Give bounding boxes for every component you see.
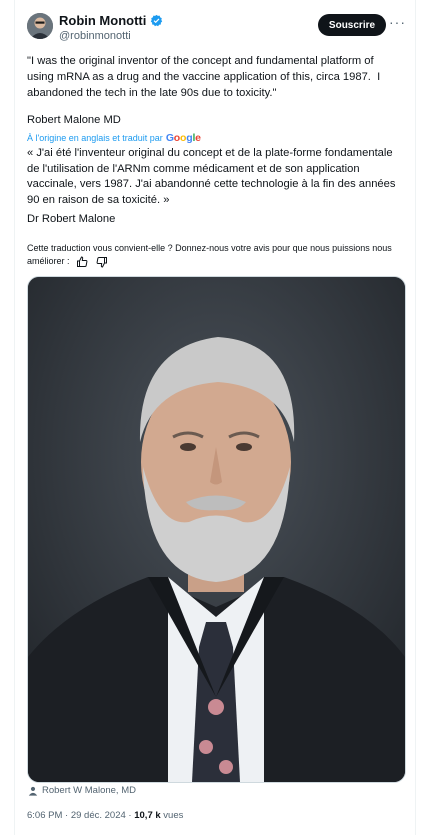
views-count: 10,7 k <box>134 810 161 821</box>
photo-caption: Robert W Malone, MD <box>28 785 136 796</box>
translation-feedback: Cette traduction vous convient-elle ? Do… <box>27 242 407 268</box>
portrait-photo <box>28 277 405 782</box>
thumbs-down-icon[interactable] <box>96 256 108 268</box>
google-letter: e <box>195 132 201 144</box>
meta-separator: · <box>62 810 71 821</box>
google-logo: Google <box>166 132 201 144</box>
avatar[interactable] <box>27 13 53 39</box>
avatar-image <box>27 13 53 39</box>
verified-badge-icon <box>151 14 163 27</box>
author-name-row[interactable]: Robin Monotti <box>59 13 163 28</box>
author-display-name[interactable]: Robin Monotti <box>59 13 146 28</box>
subscribe-button[interactable]: Souscrire <box>318 14 386 36</box>
google-letter: G <box>165 132 174 144</box>
photo-caption-text: Robert W Malone, MD <box>42 785 136 796</box>
person-icon <box>28 786 38 796</box>
tweet-photo[interactable] <box>27 276 406 783</box>
translated-text: « J'ai été l'inventeur original du conce… <box>27 147 399 206</box>
translation-attribution-text: À l'origine en anglais et traduit par <box>27 133 163 143</box>
tweet-meta: 6:06 PM · 29 déc. 2024 · 10,7 k vues <box>27 810 183 821</box>
author-handle[interactable]: @robinmonotti <box>59 30 131 42</box>
tweet-signature: Robert Malone MD <box>27 114 121 126</box>
tweet-date[interactable]: 29 déc. 2024 <box>71 810 126 821</box>
translated-signature: Dr Robert Malone <box>27 213 116 225</box>
feedback-buttons <box>76 256 108 268</box>
translation-attribution[interactable]: À l'origine en anglais et traduit par Go… <box>27 132 201 144</box>
more-options-icon[interactable]: ··· <box>389 14 405 34</box>
thumbs-up-icon[interactable] <box>76 256 88 268</box>
tweet-time[interactable]: 6:06 PM <box>27 810 62 821</box>
views-label: vues <box>160 810 184 821</box>
meta-separator: · <box>125 810 135 821</box>
tweet-text: "I was the original inventor of the conc… <box>27 55 384 99</box>
